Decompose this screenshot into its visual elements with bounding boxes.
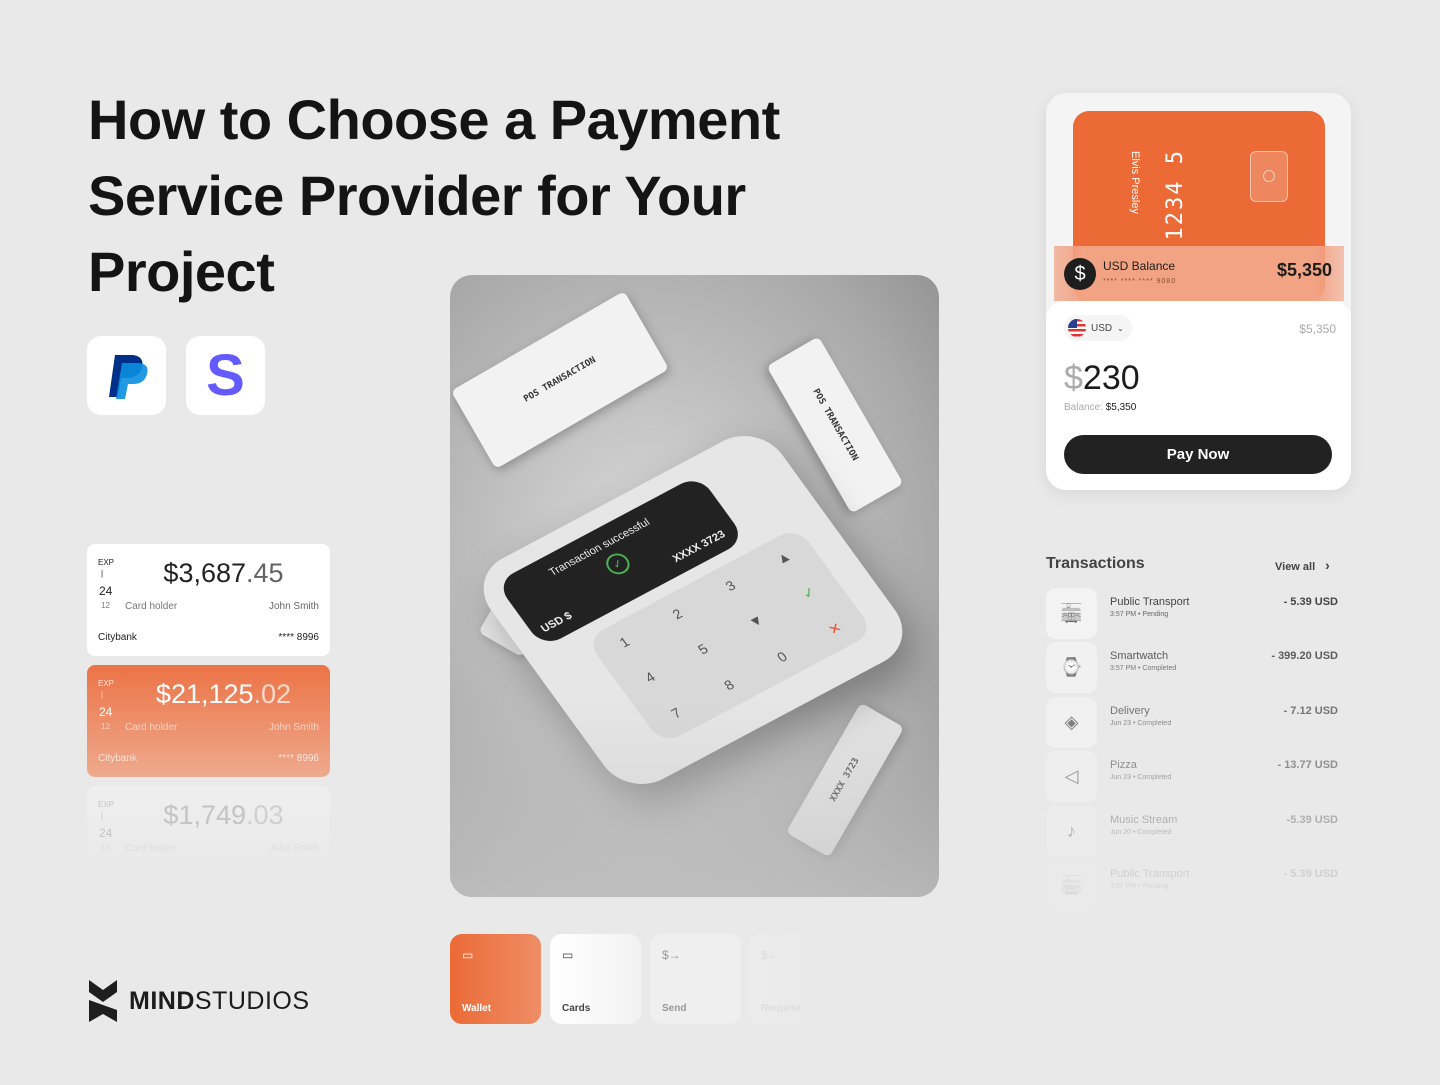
card-number: **** 8996 [278, 753, 319, 764]
paypal-icon [108, 354, 148, 399]
payment-card[interactable]: EXP | 24 12 $3,687.45 Card holder John S… [87, 544, 330, 656]
holder-name: John Smith [268, 601, 319, 612]
currency-select[interactable]: USD ⌄ [1064, 315, 1132, 341]
chip-icon [1250, 151, 1288, 202]
balance-caption: Balance: $5,350 [1064, 402, 1137, 413]
currency-balance: $5,350 [1299, 322, 1336, 336]
chevron-down-icon: ⌄ [1117, 323, 1124, 333]
dollar-icon: $ [1064, 258, 1096, 290]
balance-label: USD Balance [1103, 259, 1176, 273]
card-number: 1234 5 [1163, 149, 1188, 241]
stripe-icon: S [206, 343, 245, 408]
us-flag-icon [1068, 319, 1086, 337]
tab-send[interactable]: $→ Send [650, 934, 741, 1024]
holder-label: Card holder [125, 843, 178, 854]
transaction-name: Pizza [1110, 759, 1137, 772]
transaction-name: Smartwatch [1110, 650, 1169, 663]
tab-wallet[interactable]: ▭ Wallet [450, 934, 541, 1024]
request-icon: $← [761, 948, 780, 962]
transaction-amount: -5.39 USD [1286, 813, 1338, 826]
pay-now-button[interactable]: Pay Now [1064, 435, 1332, 474]
holder-label: Card holder [125, 601, 178, 612]
payment-card[interactable]: EXP | 24 12 $1,749.03 Card holder John S… [87, 786, 330, 866]
bank-name: Citybank [98, 632, 137, 643]
card-icon: ▭ [562, 948, 574, 962]
transaction-name: Delivery [1110, 704, 1150, 717]
music-icon: ♪ [1046, 805, 1097, 857]
card-balance: $21,125.02 [155, 679, 292, 709]
card-number: **** 8996 [278, 632, 319, 643]
transaction-amount: - 13.77 USD [1277, 759, 1338, 772]
card-balance: $1,749.03 [163, 800, 284, 830]
transaction-meta: Jun 20 • Completed [1110, 828, 1172, 836]
bus-icon: 🚋 [1046, 588, 1097, 639]
payment-panel: USD ⌄ $5,350 $230 Balance: $5,350 Pay Now [1046, 301, 1351, 490]
balance-amount: $5,350 [1276, 260, 1332, 280]
holder-name: John Smith [268, 843, 319, 854]
transaction-meta: 3:57 PM • Pending [1110, 883, 1169, 890]
card-balance: $3,687.45 [163, 558, 284, 588]
paypal-logo [87, 336, 166, 415]
pizza-icon: ◁ [1046, 751, 1097, 803]
exp-month: 12 [101, 601, 110, 610]
stripe-logo: S [186, 336, 265, 415]
bank-name: Citybank [98, 753, 137, 764]
send-icon: $→ [662, 948, 681, 962]
mindstudios-logo-icon [89, 980, 117, 1022]
payment-card[interactable]: EXP | 24 12 $21,125.02 Card holder John … [87, 665, 330, 777]
chevron-right-icon: › [1325, 557, 1330, 573]
transaction-amount: - 7.12 USD [1283, 704, 1338, 717]
transaction-row[interactable]: 🚋 Public Transport 3:57 PM • Pending - 5… [1046, 860, 1341, 912]
watch-icon: ⌚ [1046, 642, 1097, 694]
transaction-amount: - 5.39 USD [1283, 596, 1338, 608]
transaction-amount: - 5.39 USD [1283, 868, 1338, 880]
view-all-link[interactable]: View all › [1275, 557, 1330, 573]
tab-request[interactable]: $← Request [749, 934, 809, 1024]
wallet-icon: ▭ [462, 948, 474, 962]
transaction-row[interactable]: 🚋 Public Transport 3:57 PM • Pending - 5… [1046, 588, 1341, 640]
holder-label: Card holder [125, 722, 178, 733]
tab-cards[interactable]: ▭ Cards [550, 934, 641, 1024]
holder-name: John Smith [268, 722, 319, 733]
bus-icon: 🚋 [1046, 860, 1097, 911]
box-icon: ◈ [1046, 696, 1097, 748]
transaction-name: Music Stream [1110, 813, 1178, 826]
transaction-row[interactable]: ♪ Music Stream Jun 20 • Completed -5.39 … [1046, 805, 1341, 858]
transaction-meta: Jun 23 • Completed [1110, 774, 1172, 782]
transaction-row[interactable]: ◁ Pizza Jun 23 • Completed - 13.77 USD [1046, 751, 1341, 803]
pos-terminal-photo: POS TRANSACTION POS TRANSACTION XXXX 372… [450, 275, 939, 897]
transaction-meta: Jun 23 • Completed [1110, 719, 1172, 727]
exp-month: 12 [101, 843, 110, 852]
balance-mask: **** **** **** 9080 [1103, 278, 1177, 285]
receipt: POS TRANSACTION [450, 291, 670, 469]
transaction-meta: 3:57 PM • Completed [1110, 665, 1177, 673]
transactions-title: Transactions [1046, 555, 1145, 572]
transaction-name: Public Transport [1110, 868, 1190, 880]
transaction-name: Public Transport [1110, 596, 1190, 608]
mindstudios-logo: MINDSTUDIOS [87, 978, 310, 1024]
transaction-amount: - 399.20 USD [1271, 650, 1338, 663]
wallet-widget: Elvis Presley 1234 5 $ USD Balance **** … [1046, 93, 1351, 490]
exp-month: 12 [101, 722, 110, 731]
usd-balance-bar: $ USD Balance **** **** **** 9080 $5,350 [1054, 246, 1344, 301]
transaction-row[interactable]: ⌚ Smartwatch 3:57 PM • Completed - 399.2… [1046, 642, 1341, 694]
transaction-row[interactable]: ◈ Delivery Jun 23 • Completed - 7.12 USD [1046, 696, 1341, 749]
card-holder-name: Elvis Presley [1129, 151, 1141, 214]
transaction-meta: 3:57 PM • Pending [1110, 611, 1169, 618]
amount-input[interactable]: $230 [1064, 359, 1140, 398]
check-icon: ✓ [601, 549, 635, 579]
